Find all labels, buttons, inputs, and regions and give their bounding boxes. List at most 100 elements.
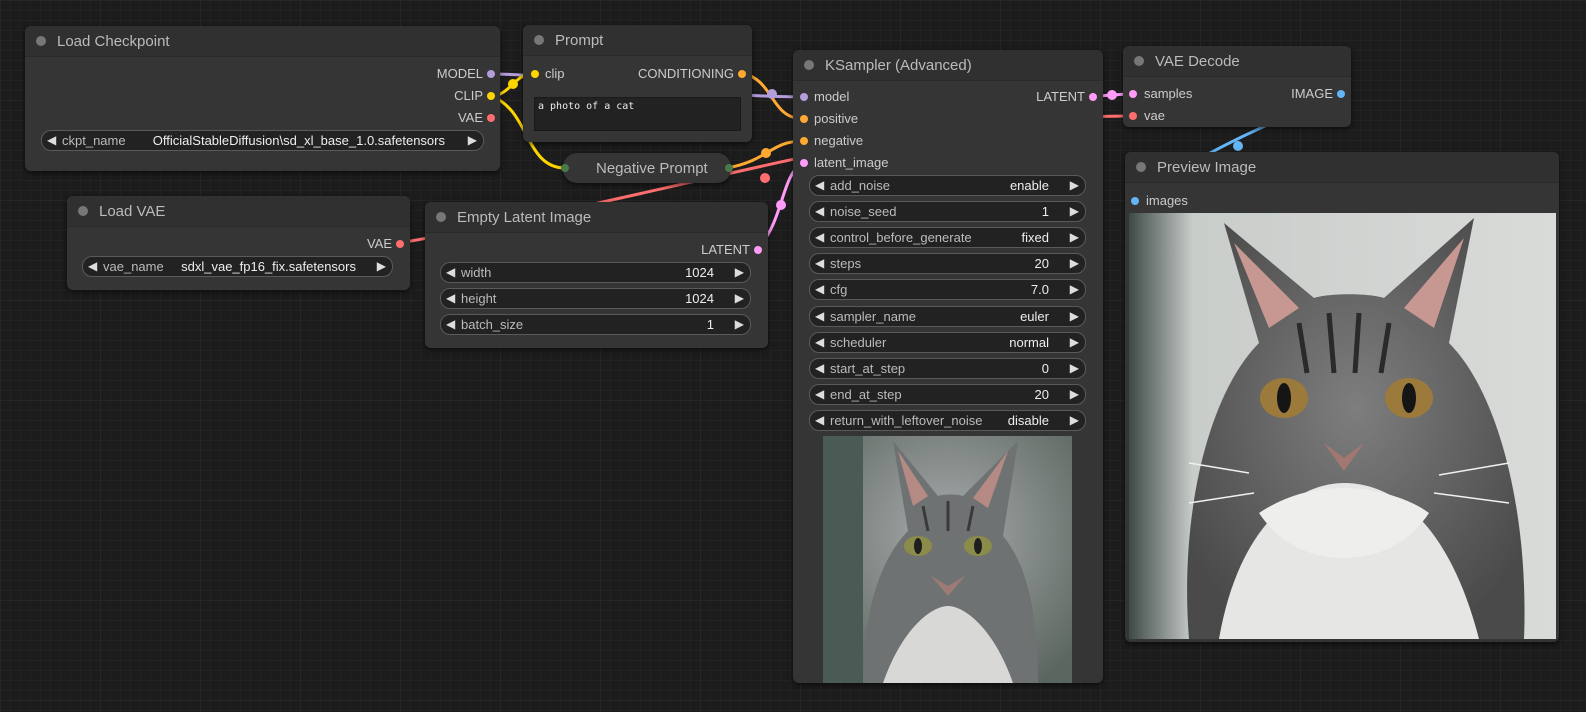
- node-ksampler-advanced[interactable]: KSampler (Advanced) model positive negat…: [793, 50, 1103, 683]
- input-model[interactable]: model: [800, 90, 849, 104]
- decrement-arrow-icon[interactable]: ◀: [815, 386, 824, 402]
- widget-control-before-generate[interactable]: ◀ control_before_generate fixed ▶: [809, 227, 1086, 249]
- link-midpoint[interactable]: [761, 148, 771, 158]
- decrement-arrow-icon[interactable]: ◀: [815, 412, 824, 428]
- collapse-dot[interactable]: [1134, 56, 1144, 66]
- collapse-dot[interactable]: [1136, 162, 1146, 172]
- increment-arrow-icon[interactable]: ▶: [1070, 229, 1079, 245]
- slot-dot[interactable]: [1129, 90, 1137, 98]
- widget-ckpt-name[interactable]: ◀ ckpt_name OfficialStableDiffusion\sd_x…: [41, 130, 484, 151]
- decrement-arrow-icon[interactable]: ◀: [47, 132, 56, 148]
- decrement-arrow-icon[interactable]: ◀: [815, 229, 824, 245]
- widget-scheduler[interactable]: ◀ scheduler normal ▶: [809, 331, 1086, 353]
- increment-arrow-icon[interactable]: ▶: [1070, 386, 1079, 402]
- slot-dot[interactable]: [1337, 90, 1345, 98]
- widget-height[interactable]: ◀ height 1024 ▶: [440, 288, 751, 309]
- widget-batch-size[interactable]: ◀ batch_size 1 ▶: [440, 314, 751, 335]
- increment-arrow-icon[interactable]: ▶: [735, 264, 744, 280]
- increment-arrow-icon[interactable]: ▶: [735, 290, 744, 306]
- node-title-bar[interactable]: KSampler (Advanced): [793, 50, 1103, 81]
- output-image[interactable]: IMAGE: [1291, 87, 1345, 101]
- node-title-bar[interactable]: Load Checkpoint: [25, 26, 500, 57]
- slot-dot[interactable]: [487, 70, 495, 78]
- node-title-bar[interactable]: Preview Image: [1125, 152, 1559, 183]
- node-negative-prompt[interactable]: Negative Prompt: [561, 153, 733, 183]
- widget-noise-seed[interactable]: ◀ noise_seed 1 ▶: [809, 201, 1086, 223]
- increment-arrow-icon[interactable]: ▶: [1070, 360, 1079, 376]
- input-clip[interactable]: clip: [531, 67, 565, 81]
- output-conditioning[interactable]: CONDITIONING: [638, 67, 746, 81]
- decrement-arrow-icon[interactable]: ◀: [815, 203, 824, 219]
- increment-arrow-icon[interactable]: ▶: [1070, 334, 1079, 350]
- node-title-bar[interactable]: Prompt: [523, 25, 752, 56]
- node-title-bar[interactable]: VAE Decode: [1123, 46, 1351, 77]
- input-vae[interactable]: vae: [1129, 109, 1165, 123]
- node-load-vae[interactable]: Load VAE VAE ◀ vae_name sdxl_vae_fp16_fi…: [67, 196, 410, 290]
- node-prompt[interactable]: Prompt clip CONDITIONING a photo of a ca…: [523, 25, 752, 142]
- widget-width[interactable]: ◀ width 1024 ▶: [440, 262, 751, 283]
- output-vae[interactable]: VAE: [458, 111, 495, 125]
- increment-arrow-icon[interactable]: ▶: [1070, 308, 1079, 324]
- link-midpoint[interactable]: [1233, 141, 1243, 151]
- node-title-bar[interactable]: Empty Latent Image: [425, 202, 768, 233]
- input-samples[interactable]: samples: [1129, 87, 1192, 101]
- increment-arrow-icon[interactable]: ▶: [1070, 255, 1079, 271]
- collapse-dot[interactable]: [78, 206, 88, 216]
- node-vae-decode[interactable]: VAE Decode samples vae IMAGE: [1123, 46, 1351, 127]
- widget-vae-name[interactable]: ◀ vae_name sdxl_vae_fp16_fix.safetensors…: [82, 256, 393, 277]
- slot-dot[interactable]: [738, 70, 746, 78]
- widget-steps[interactable]: ◀ steps 20 ▶: [809, 253, 1086, 275]
- input-positive[interactable]: positive: [800, 112, 858, 126]
- input-latent-image[interactable]: latent_image: [800, 156, 888, 170]
- increment-arrow-icon[interactable]: ▶: [377, 258, 386, 274]
- output-latent[interactable]: LATENT: [701, 243, 762, 257]
- widget-add-noise[interactable]: ◀ add_noise enable ▶: [809, 175, 1086, 196]
- increment-arrow-icon[interactable]: ▶: [1070, 281, 1079, 297]
- output-model[interactable]: MODEL: [437, 67, 495, 81]
- node-preview-image[interactable]: Preview Image images: [1125, 152, 1559, 642]
- decrement-arrow-icon[interactable]: ◀: [815, 177, 824, 193]
- collapse-dot[interactable]: [804, 60, 814, 70]
- output-clip[interactable]: CLIP: [454, 89, 495, 103]
- slot-dot[interactable]: [754, 246, 762, 254]
- slot-dot[interactable]: [531, 70, 539, 78]
- decrement-arrow-icon[interactable]: ◀: [88, 258, 97, 274]
- slot-dot[interactable]: [1131, 197, 1139, 205]
- slot-dot[interactable]: [1129, 112, 1137, 120]
- slot-dot[interactable]: [800, 93, 808, 101]
- decrement-arrow-icon[interactable]: ◀: [446, 290, 455, 306]
- widget-end-at-step[interactable]: ◀ end_at_step 20 ▶: [809, 383, 1086, 405]
- slot-dot[interactable]: [800, 159, 808, 167]
- decrement-arrow-icon[interactable]: ◀: [815, 281, 824, 297]
- collapse-dot[interactable]: [36, 36, 46, 46]
- slot-dot[interactable]: [487, 114, 495, 122]
- link-midpoint[interactable]: [760, 173, 770, 183]
- link-midpoint[interactable]: [767, 89, 777, 99]
- increment-arrow-icon[interactable]: ▶: [1070, 203, 1079, 219]
- node-empty-latent-image[interactable]: Empty Latent Image LATENT ◀ width 1024 ▶…: [425, 202, 768, 348]
- slot-dot[interactable]: [800, 137, 808, 145]
- decrement-arrow-icon[interactable]: ◀: [446, 316, 455, 332]
- increment-arrow-icon[interactable]: ▶: [1070, 412, 1079, 428]
- output-vae[interactable]: VAE: [367, 237, 404, 251]
- prompt-text-area[interactable]: a photo of a cat: [534, 97, 741, 131]
- link-midpoint[interactable]: [776, 200, 786, 210]
- widget-return-with-leftover-noise[interactable]: ◀ return_with_leftover_noise disable ▶: [809, 409, 1086, 431]
- collapse-dot[interactable]: [534, 35, 544, 45]
- slot-dot[interactable]: [487, 92, 495, 100]
- slot-dot[interactable]: [1089, 93, 1097, 101]
- slot-dot[interactable]: [396, 240, 404, 248]
- increment-arrow-icon[interactable]: ▶: [1070, 177, 1079, 193]
- decrement-arrow-icon[interactable]: ◀: [815, 360, 824, 376]
- input-images[interactable]: images: [1131, 194, 1188, 208]
- increment-arrow-icon[interactable]: ▶: [735, 316, 744, 332]
- widget-sampler-name[interactable]: ◀ sampler_name euler ▶: [809, 305, 1086, 327]
- collapse-dot[interactable]: [436, 212, 446, 222]
- input-negative[interactable]: negative: [800, 134, 863, 148]
- slot-dot[interactable]: [561, 164, 569, 172]
- decrement-arrow-icon[interactable]: ◀: [815, 334, 824, 350]
- slot-dot[interactable]: [800, 115, 808, 123]
- output-latent[interactable]: LATENT: [1036, 90, 1097, 104]
- node-load-checkpoint[interactable]: Load Checkpoint MODEL CLIP VAE ◀ ckpt_na…: [25, 26, 500, 171]
- slot-dot[interactable]: [725, 164, 733, 172]
